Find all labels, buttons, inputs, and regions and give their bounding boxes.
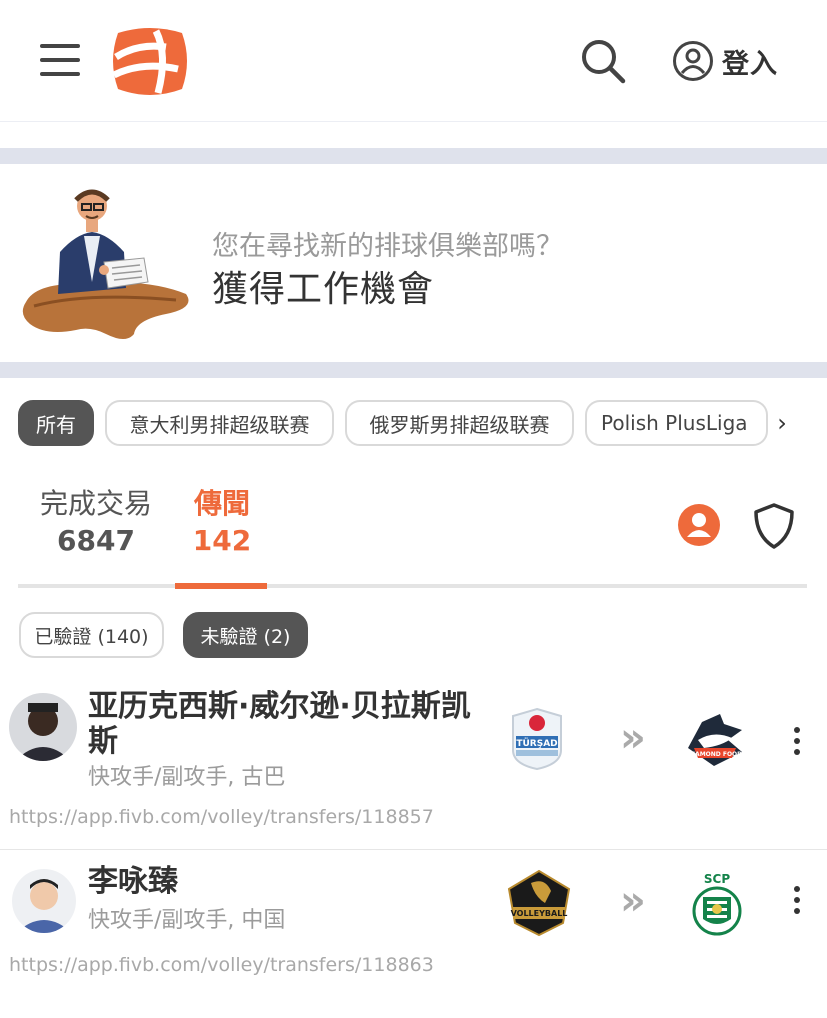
section-divider — [0, 148, 827, 164]
banner-subtitle: 您在尋找新的排球俱樂部嗎？ — [212, 231, 563, 262]
tab-active-indicator — [175, 583, 267, 589]
svg-text:VOLLEYBALL: VOLLEYBALL — [511, 909, 568, 918]
player-position: 快攻手/副攻手, 古巴 — [88, 765, 286, 790]
banner-title: 獲得工作機會 — [212, 269, 435, 310]
verified-filter-chip[interactable]: 已驗證 (140) — [19, 612, 164, 658]
hamburger-menu-icon[interactable] — [40, 44, 80, 78]
rumor-count: 142 — [192, 524, 252, 557]
tab-completed-transfers[interactable]: 完成交易 6847 — [30, 482, 162, 557]
section-divider — [0, 362, 827, 378]
player-avatar — [9, 693, 77, 761]
filter-chip-poland[interactable]: Polish PlusLiga — [585, 400, 768, 446]
app-header: 登入 — [0, 0, 827, 122]
unverified-filter-chip[interactable]: 未驗證 (2) — [183, 612, 308, 658]
job-seeker-illustration — [22, 189, 189, 339]
filter-chip-all[interactable]: 所有 — [18, 400, 94, 446]
transfer-url[interactable]: https://app.fivb.com/volley/transfers/11… — [9, 806, 434, 828]
svg-text:SCP: SCP — [704, 872, 730, 886]
volleyball-logo-icon[interactable] — [108, 25, 192, 97]
transfer-url[interactable]: https://app.fivb.com/volley/transfers/11… — [9, 954, 434, 976]
transfer-arrow-icon: » — [620, 878, 646, 924]
sporting-cp-club-logo-icon[interactable]: SCP — [686, 871, 748, 937]
user-circle-icon — [673, 41, 713, 81]
player-avatar — [12, 869, 76, 933]
volleyball-club-logo-icon[interactable]: VOLLEYBALL — [505, 869, 573, 937]
shield-icon[interactable] — [752, 502, 796, 550]
rumor-label: 傳聞 — [193, 487, 250, 520]
completed-label: 完成交易 — [39, 487, 152, 520]
person-filter-icon[interactable] — [677, 503, 721, 547]
login-button[interactable]: 登入 — [672, 38, 797, 84]
league-filter-bar: 所有 意大利男排超级联赛 俄罗斯男排超级联赛 Polish PlusLiga › — [18, 400, 827, 448]
tab-rumors[interactable]: 傳聞 142 — [184, 482, 260, 557]
player-position: 快攻手/副攻手, 中国 — [88, 908, 286, 933]
player-name[interactable]: 李咏臻 — [88, 864, 488, 899]
player-name[interactable]: 亚历克西斯·威尔逊·贝拉斯凯斯 — [88, 689, 498, 759]
more-options-icon[interactable] — [792, 727, 802, 757]
chevron-right-icon[interactable]: › — [770, 406, 794, 440]
turksad-club-logo-icon[interactable]: TÜRŞAD — [506, 706, 568, 772]
svg-text:DIAMOND FOOD: DIAMOND FOOD — [688, 751, 742, 758]
tab-track — [18, 584, 807, 588]
transfer-row[interactable]: 李咏臻 快攻手/副攻手, 中国 https://app.fivb.com/vol… — [0, 851, 827, 991]
diamond-food-club-logo-icon[interactable]: DIAMOND FOOD — [684, 710, 746, 776]
more-options-icon[interactable] — [792, 886, 802, 916]
completed-count: 6847 — [57, 524, 135, 557]
filter-chip-italy[interactable]: 意大利男排超级联赛 — [105, 400, 334, 446]
search-icon[interactable] — [578, 36, 628, 86]
svg-text:TÜRŞAD: TÜRŞAD — [516, 738, 557, 749]
filter-chip-russia[interactable]: 俄罗斯男排超级联赛 — [345, 400, 574, 446]
transfer-arrow-icon: » — [620, 715, 646, 761]
job-banner[interactable]: 您在尋找新的排球俱樂部嗎？ 獲得工作機會 — [0, 164, 827, 362]
login-label: 登入 — [722, 48, 778, 80]
transfer-row[interactable]: 亚历克西斯·威尔逊·贝拉斯凯斯 快攻手/副攻手, 古巴 https://app.… — [0, 680, 827, 850]
